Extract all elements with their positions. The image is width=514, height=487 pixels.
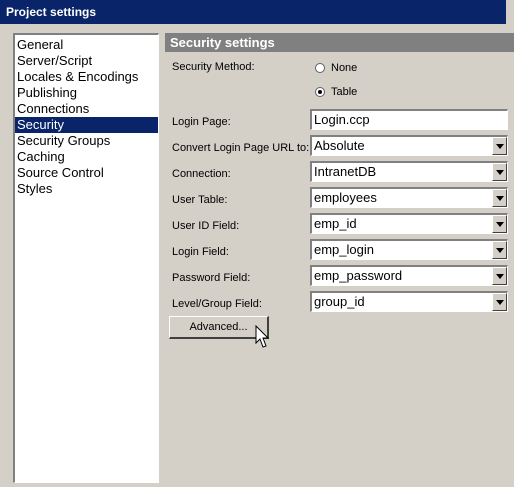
chevron-down-icon[interactable] [492,241,507,259]
chevron-down-icon[interactable] [492,137,507,155]
chevron-down-icon[interactable] [492,267,507,285]
user-table-value: employees [314,190,377,205]
radio-none-label[interactable]: None [331,62,357,74]
security-settings-panel: Security settings Security Method: None … [165,33,514,487]
nav-item-publishing[interactable]: Publishing [15,85,158,101]
user-id-field-label: User ID Field: [172,220,240,232]
nav-item-styles[interactable]: Styles [15,181,158,197]
level-group-field-label: Level/Group Field: [172,298,262,310]
user-id-field-value: emp_id [314,216,357,231]
window-title-bar: Project settings [0,0,514,24]
login-page-input[interactable]: Login.ccp [310,109,508,130]
nav-item-locales-encodings[interactable]: Locales & Encodings [15,69,158,85]
radio-none[interactable]: None [315,62,357,74]
chevron-down-icon[interactable] [492,215,507,233]
user-id-field-select[interactable]: emp_id [310,213,508,234]
panel-title: Security settings [165,33,514,52]
nav-item-security-groups[interactable]: Security Groups [15,133,158,149]
radio-table[interactable]: Table [315,86,357,98]
level-group-field-value: group_id [314,294,365,309]
chevron-down-icon[interactable] [492,189,507,207]
connection-label: Connection: [172,168,231,180]
convert-url-label: Convert Login Page URL to: [172,142,310,154]
nav-item-general[interactable]: General [15,37,158,53]
nav-item-source-control[interactable]: Source Control [15,165,158,181]
login-field-select[interactable]: emp_login [310,239,508,260]
connection-value: IntranetDB [314,164,377,179]
nav-item-connections[interactable]: Connections [15,101,158,117]
security-method-label: Security Method: [172,61,255,73]
radio-none-icon[interactable] [315,63,325,74]
password-field-select[interactable]: emp_password [310,265,508,286]
login-page-value: Login.ccp [314,112,370,127]
title-bar-edge [506,0,514,24]
level-group-field-select[interactable]: group_id [310,291,508,312]
nav-item-security[interactable]: Security [15,117,158,133]
login-page-label: Login Page: [172,116,231,128]
login-field-value: emp_login [314,242,374,257]
settings-category-list[interactable]: General Server/Script Locales & Encoding… [13,33,159,483]
chevron-down-icon[interactable] [492,293,507,311]
radio-table-icon[interactable] [315,87,325,98]
radio-table-label[interactable]: Table [331,86,357,98]
window-title: Project settings [6,5,97,19]
nav-item-server-script[interactable]: Server/Script [15,53,158,69]
nav-item-caching[interactable]: Caching [15,149,158,165]
window-body: General Server/Script Locales & Encoding… [0,24,514,487]
convert-url-value: Absolute [314,138,365,153]
user-table-label: User Table: [172,194,228,206]
password-field-label: Password Field: [172,272,251,284]
convert-url-select[interactable]: Absolute [310,135,508,156]
password-field-value: emp_password [314,268,403,283]
login-field-label: Login Field: [172,246,229,258]
mouse-cursor-icon [255,325,270,348]
user-table-select[interactable]: employees [310,187,508,208]
connection-select[interactable]: IntranetDB [310,161,508,182]
advanced-button[interactable]: Advanced... [169,316,269,339]
chevron-down-icon[interactable] [492,163,507,181]
